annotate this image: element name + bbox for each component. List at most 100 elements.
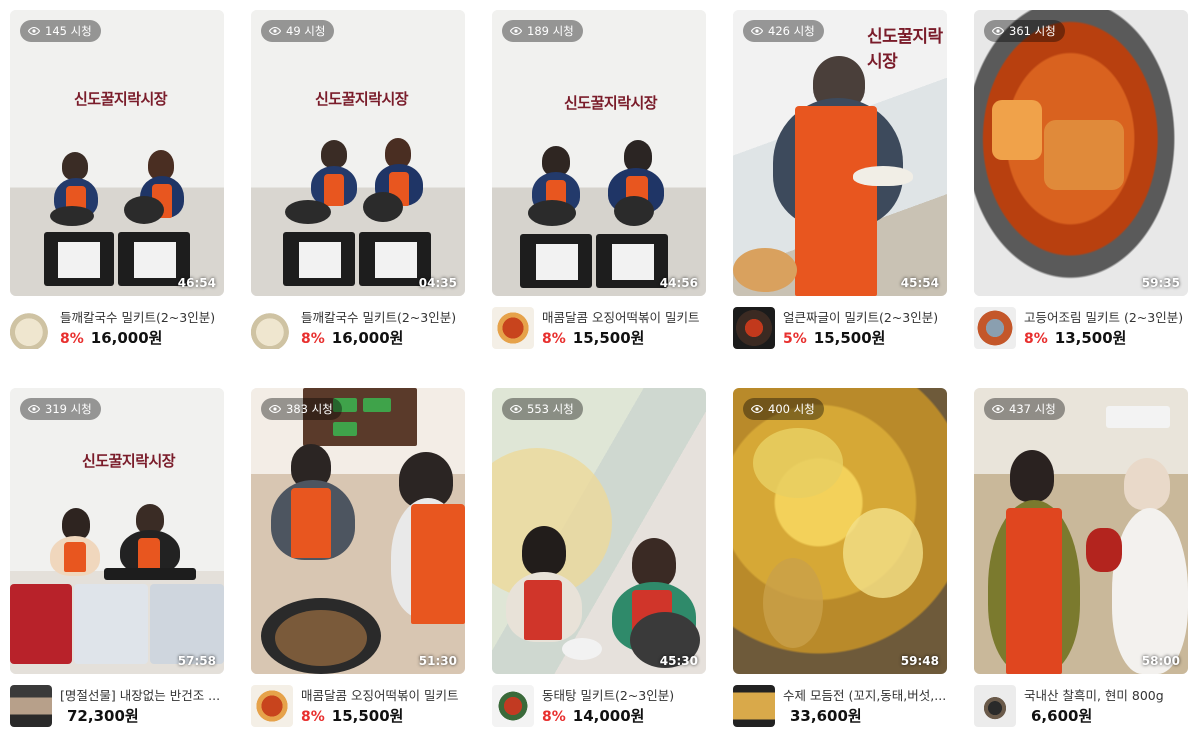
product-info[interactable]: 국내산 찰흑미, 현미 800g 6,600원	[974, 685, 1188, 729]
video-duration: 46:54	[177, 276, 216, 290]
video-card[interactable]: 신도꿀지락시장 49 시청 04:35 들깨칼국수 밀키트(2~3인분) 8%	[251, 10, 465, 351]
product-price: 72,300원	[67, 707, 139, 725]
product-image[interactable]	[733, 685, 775, 727]
view-count-badge: 426 시청	[743, 20, 824, 42]
product-info[interactable]: 들깨칼국수 밀키트(2~3인분) 8% 16,000원	[10, 307, 224, 351]
product-name[interactable]: 들깨칼국수 밀키트(2~3인분)	[301, 310, 465, 326]
video-thumbnail[interactable]: 400 시청 59:48	[733, 388, 947, 674]
product-image[interactable]	[10, 307, 52, 349]
product-price: 33,600원	[790, 707, 862, 725]
product-price: 15,500원	[813, 329, 886, 347]
store-logo: 신도꿀지락시장	[564, 94, 658, 112]
product-name[interactable]: 얼큰짜글이 밀키트(2~3인분)	[783, 310, 947, 326]
video-thumbnail[interactable]: 신도꿀지락시장 189 시청 44:56	[492, 10, 706, 296]
discount-rate: 8%	[301, 709, 325, 725]
view-count: 553 시청	[527, 402, 574, 416]
product-price: 6,600원	[1031, 707, 1093, 725]
eye-icon	[28, 26, 40, 36]
eye-icon	[992, 404, 1004, 414]
video-duration: 04:35	[418, 276, 457, 290]
video-duration: 44:56	[659, 276, 698, 290]
product-image[interactable]	[974, 307, 1016, 349]
product-name[interactable]: [명절선물] 내장없는 반건조 ...	[60, 688, 224, 704]
product-image[interactable]	[251, 685, 293, 727]
view-count-badge: 553 시청	[502, 398, 583, 420]
product-info[interactable]: [명절선물] 내장없는 반건조 ... 72,300원	[10, 685, 224, 729]
product-info[interactable]: 얼큰짜글이 밀키트(2~3인분) 5% 15,500원	[733, 307, 947, 351]
product-name[interactable]: 들깨칼국수 밀키트(2~3인분)	[60, 310, 224, 326]
product-info[interactable]: 고등어조림 밀키트 (2~3인분) 8% 13,500원	[974, 307, 1188, 351]
video-thumbnail[interactable]: 신도꿀지락시장 49 시청 04:35	[251, 10, 465, 296]
video-card[interactable]: 361 시청 59:35 고등어조림 밀키트 (2~3인분) 8% 13,500…	[974, 10, 1188, 351]
video-thumbnail[interactable]: 383 시청 51:30	[251, 388, 465, 674]
view-count: 400 시청	[768, 402, 815, 416]
product-price: 15,500원	[331, 707, 404, 725]
video-card[interactable]: 437 시청 58:00 국내산 찰흑미, 현미 800g 6,600원	[974, 388, 1188, 729]
video-duration: 57:58	[177, 654, 216, 668]
video-thumbnail[interactable]: 437 시청 58:00	[974, 388, 1188, 674]
video-card[interactable]: 신도꿀지락시장 319 시청 57:58 [명절선물] 내장없는 반건조 ...…	[10, 388, 224, 729]
store-logo: 신도꿀지락시장	[74, 90, 168, 108]
video-thumbnail[interactable]: 361 시청 59:35	[974, 10, 1188, 296]
product-name[interactable]: 고등어조림 밀키트 (2~3인분)	[1024, 310, 1188, 326]
eye-icon	[28, 404, 40, 414]
video-card[interactable]: 383 시청 51:30 매콤달콤 오징어떡볶이 밀키트 8% 15,500원	[251, 388, 465, 729]
product-image[interactable]	[492, 685, 534, 727]
video-card[interactable]: 신도꿀지락시장 145 시청 46:54 들깨칼국수 밀키트(2~3인분) 8%	[10, 10, 224, 351]
product-price: 16,000원	[331, 329, 404, 347]
store-logo: 신도꿀지락시장	[867, 27, 943, 72]
product-info[interactable]: 매콤달콤 오징어떡볶이 밀키트 8% 15,500원	[251, 685, 465, 729]
view-count-badge: 400 시청	[743, 398, 824, 420]
discount-rate: 8%	[542, 709, 566, 725]
product-image[interactable]	[492, 307, 534, 349]
product-image[interactable]	[10, 685, 52, 727]
discount-rate: 5%	[783, 331, 807, 347]
video-card[interactable]: 신도꿀지락시장 426 시청 45:54 얼큰짜글이 밀키트(2~3인분) 5%…	[733, 10, 947, 351]
product-image[interactable]	[974, 685, 1016, 727]
product-image[interactable]	[733, 307, 775, 349]
video-duration: 58:00	[1141, 654, 1180, 668]
product-info[interactable]: 매콤달콤 오징어떡볶이 밀키트 8% 15,500원	[492, 307, 706, 351]
view-count-badge: 319 시청	[20, 398, 101, 420]
video-duration: 51:30	[418, 654, 457, 668]
view-count: 319 시청	[45, 402, 92, 416]
discount-rate: 8%	[1024, 331, 1048, 347]
video-duration: 59:35	[1141, 276, 1180, 290]
view-count: 361 시청	[1009, 24, 1056, 38]
eye-icon	[510, 26, 522, 36]
video-card[interactable]: 553 시청 45:30 동태탕 밀키트(2~3인분) 8% 14,000원	[492, 388, 706, 729]
product-name[interactable]: 수제 모듬전 (꼬지,동태,버섯,...	[783, 688, 947, 704]
product-name[interactable]: 매콤달콤 오징어떡볶이 밀키트	[542, 310, 706, 326]
view-count-badge: 361 시청	[984, 20, 1065, 42]
store-logo: 신도꿀지락시장	[82, 452, 176, 470]
view-count: 437 시청	[1009, 402, 1056, 416]
live-replay-grid: 신도꿀지락시장 145 시청 46:54 들깨칼국수 밀키트(2~3인분) 8%	[0, 0, 1200, 743]
view-count: 189 시청	[527, 24, 574, 38]
video-duration: 45:54	[900, 276, 939, 290]
product-info[interactable]: 들깨칼국수 밀키트(2~3인분) 8% 16,000원	[251, 307, 465, 351]
eye-icon	[751, 26, 763, 36]
discount-rate: 8%	[542, 331, 566, 347]
store-logo: 신도꿀지락시장	[315, 90, 409, 108]
eye-icon	[751, 404, 763, 414]
video-duration: 59:48	[900, 654, 939, 668]
video-thumbnail[interactable]: 신도꿀지락시장 426 시청 45:54	[733, 10, 947, 296]
product-image[interactable]	[251, 307, 293, 349]
product-price: 15,500원	[572, 329, 645, 347]
video-thumbnail[interactable]: 신도꿀지락시장 145 시청 46:54	[10, 10, 224, 296]
view-count-badge: 145 시청	[20, 20, 101, 42]
video-thumbnail[interactable]: 신도꿀지락시장 319 시청 57:58	[10, 388, 224, 674]
product-info[interactable]: 동태탕 밀키트(2~3인분) 8% 14,000원	[492, 685, 706, 729]
view-count: 426 시청	[768, 24, 815, 38]
product-name[interactable]: 동태탕 밀키트(2~3인분)	[542, 688, 706, 704]
product-info[interactable]: 수제 모듬전 (꼬지,동태,버섯,... 33,600원	[733, 685, 947, 729]
video-duration: 45:30	[659, 654, 698, 668]
video-card[interactable]: 신도꿀지락시장 189 시청 44:56 매콤달콤 오징어떡볶이 밀키트 8%	[492, 10, 706, 351]
view-count: 49 시청	[286, 24, 326, 38]
eye-icon	[510, 404, 522, 414]
video-card[interactable]: 400 시청 59:48 수제 모듬전 (꼬지,동태,버섯,... 33,600…	[733, 388, 947, 729]
product-name[interactable]: 매콤달콤 오징어떡볶이 밀키트	[301, 688, 465, 704]
video-thumbnail[interactable]: 553 시청 45:30	[492, 388, 706, 674]
discount-rate: 8%	[301, 331, 325, 347]
product-name[interactable]: 국내산 찰흑미, 현미 800g	[1024, 688, 1188, 704]
